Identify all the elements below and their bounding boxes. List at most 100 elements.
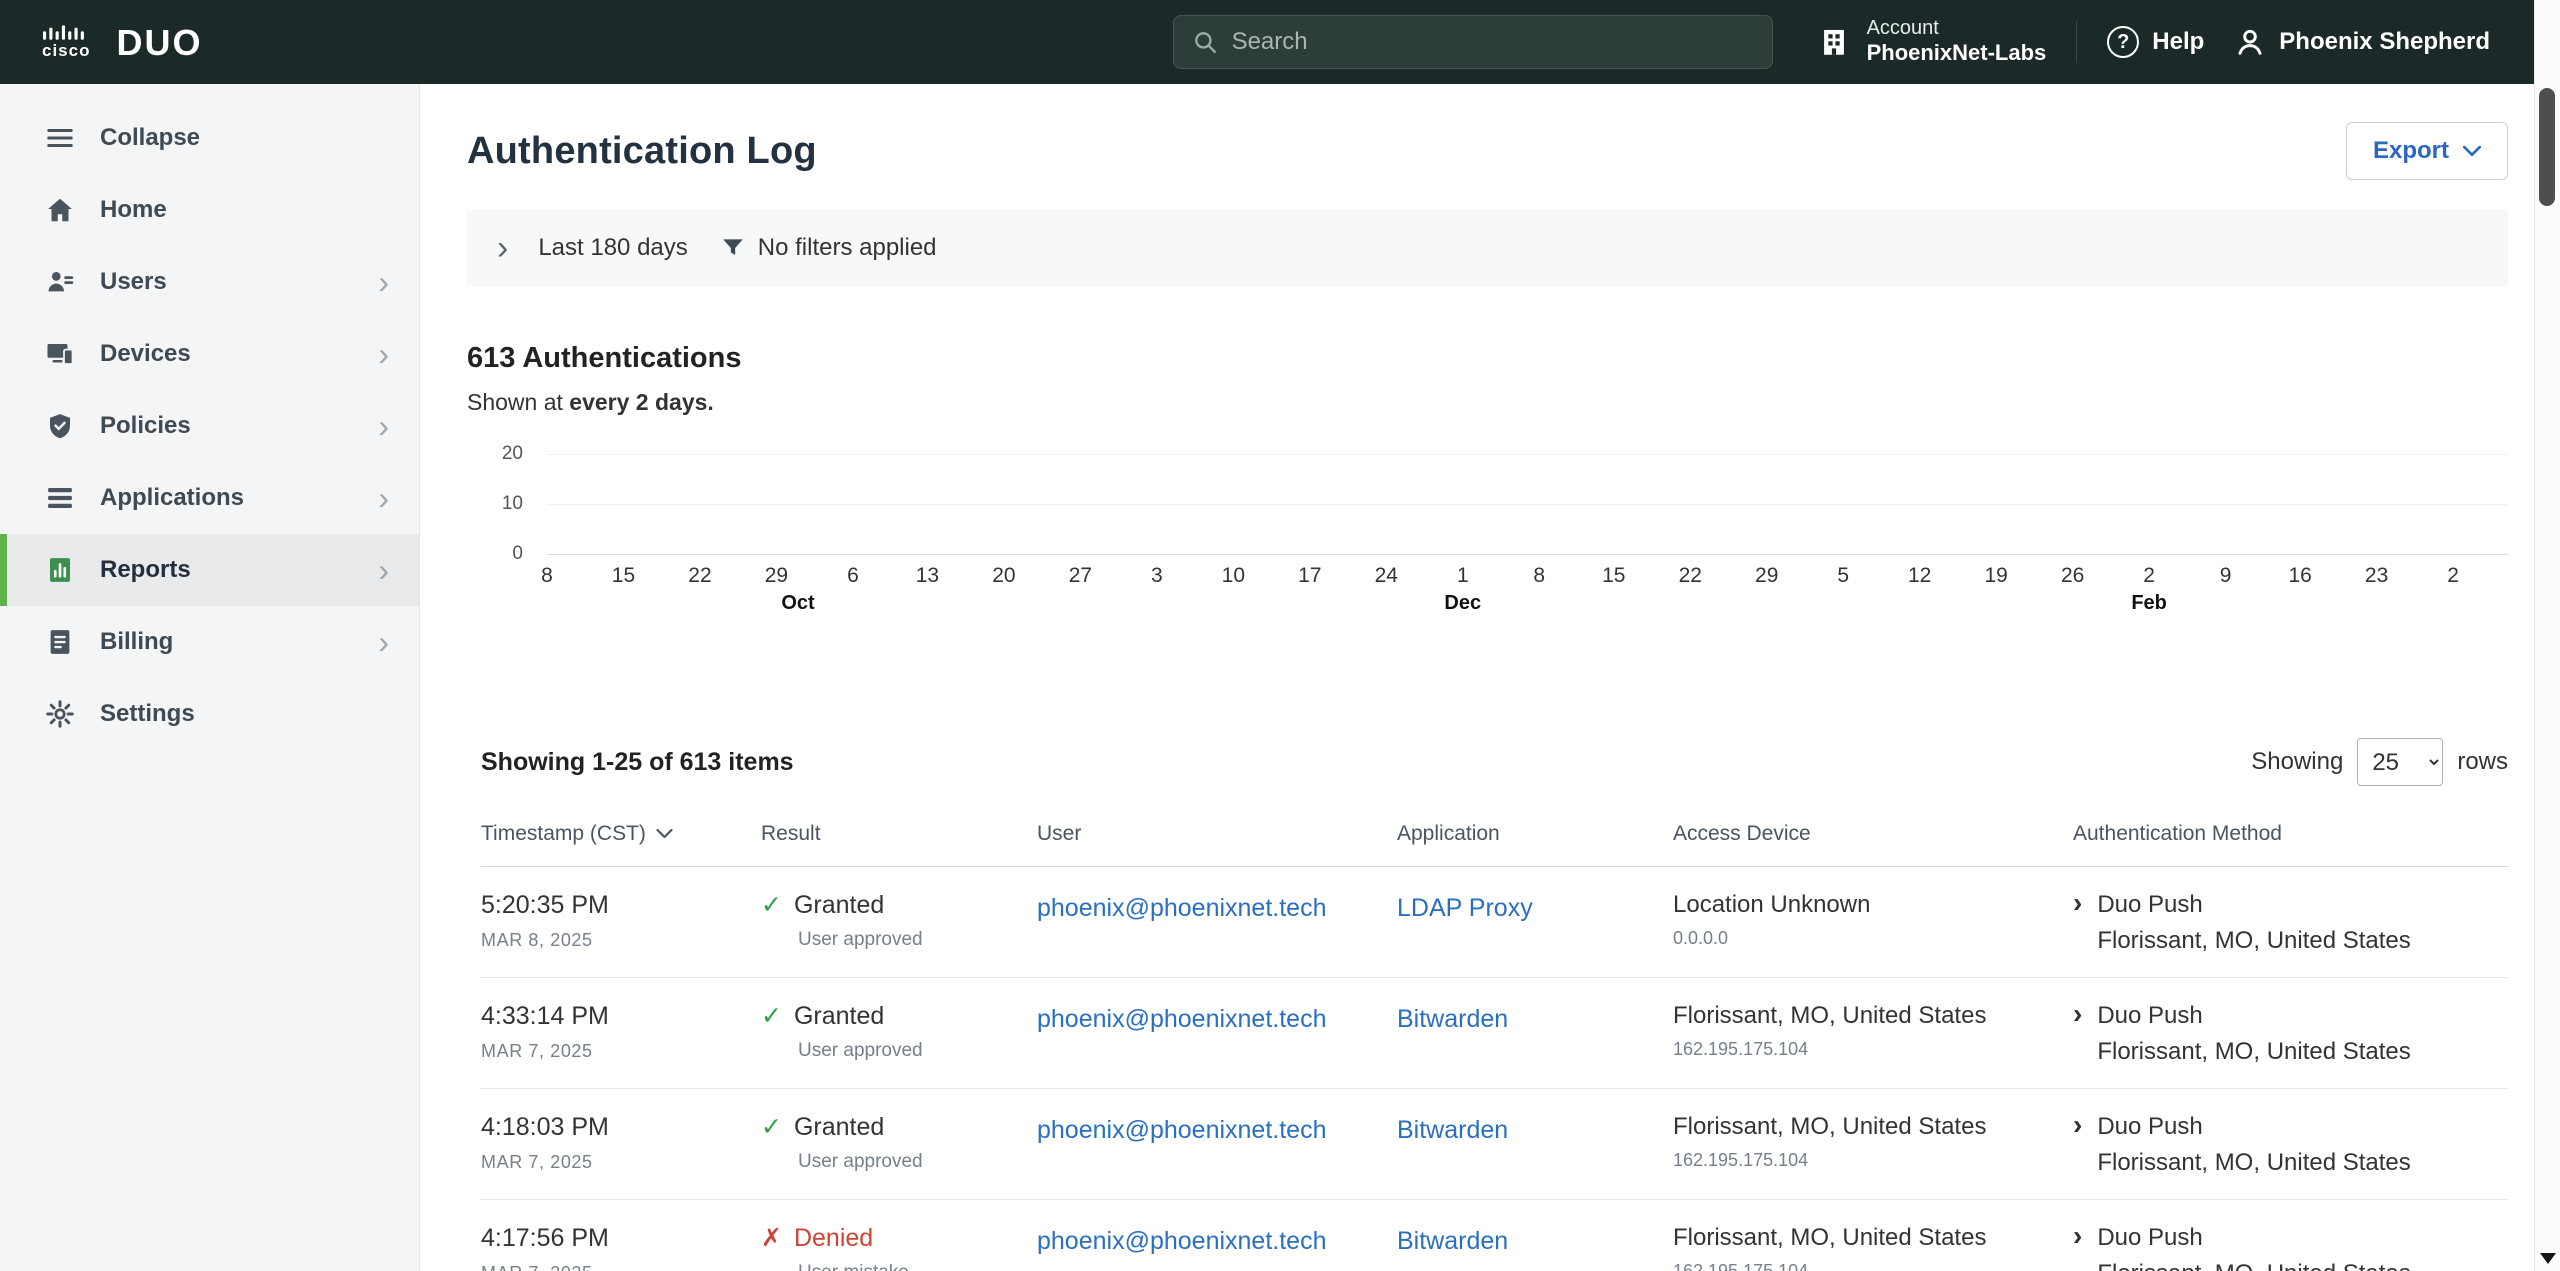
x-tick: 23 bbox=[2365, 564, 2388, 588]
filter-status-text: No filters applied bbox=[758, 234, 937, 262]
rows-prefix-label: Showing bbox=[2251, 748, 2343, 776]
x-tick: 6 bbox=[847, 564, 859, 588]
sidebar-item-label: Users bbox=[100, 268, 167, 296]
x-tick: 2 bbox=[2143, 564, 2155, 588]
sidebar-item-label: Settings bbox=[100, 700, 195, 728]
user-menu[interactable]: Phoenix Shepherd bbox=[2234, 26, 2490, 58]
access-ip: 162.195.175.104 bbox=[1673, 1150, 2073, 1171]
expand-row-chevron-icon[interactable]: › bbox=[2073, 889, 2082, 955]
auth-date: MAR 7, 2025 bbox=[481, 1152, 761, 1173]
col-timestamp[interactable]: Timestamp (CST) bbox=[481, 822, 761, 846]
col-user: User bbox=[1037, 822, 1397, 846]
sidebar-item-policies[interactable]: Policies › bbox=[0, 390, 419, 462]
sidebar-item-label: Devices bbox=[100, 340, 191, 368]
expand-row-chevron-icon[interactable]: › bbox=[2073, 1222, 2082, 1271]
sidebar-collapse-button[interactable]: Collapse bbox=[0, 102, 419, 174]
devices-icon bbox=[44, 338, 76, 370]
user-link[interactable]: phoenix@phoenixnet.tech bbox=[1037, 1005, 1326, 1034]
billing-icon bbox=[44, 626, 76, 658]
check-icon: ✓ bbox=[761, 893, 782, 918]
chart-title: 613 Authentications bbox=[467, 342, 2508, 375]
sidebar-item-applications[interactable]: Applications › bbox=[0, 462, 419, 534]
help-button[interactable]: ? Help bbox=[2107, 26, 2204, 58]
chevron-right-icon: › bbox=[378, 410, 389, 442]
sidebar-item-reports[interactable]: Reports › bbox=[0, 534, 419, 606]
main-content: Authentication Log Export › Last 180 day… bbox=[421, 84, 2534, 1271]
shield-icon bbox=[44, 410, 76, 442]
expand-row-chevron-icon[interactable]: › bbox=[2073, 1000, 2082, 1066]
cisco-logo: cisco bbox=[42, 25, 90, 59]
sidebar-item-settings[interactable]: Settings bbox=[0, 678, 419, 750]
result-detail: User approved bbox=[798, 929, 1037, 951]
result-cell: ✓ Granted User approved bbox=[761, 891, 1037, 955]
filter-funnel-icon bbox=[720, 235, 746, 261]
result-detail: User mistake bbox=[798, 1262, 1037, 1271]
application-link[interactable]: Bitwarden bbox=[1397, 1116, 1508, 1145]
user-name: Phoenix Shepherd bbox=[2279, 28, 2490, 56]
x-tick: 19 bbox=[1984, 564, 2007, 588]
x-tick: 20 bbox=[992, 564, 1015, 588]
auth-log-table: Timestamp (CST) Result User Application … bbox=[481, 810, 2508, 1271]
x-tick: 26 bbox=[2061, 564, 2084, 588]
auth-method-location: Florissant, MO, United States bbox=[2097, 1260, 2410, 1271]
scrollbar-thumb[interactable] bbox=[2539, 88, 2555, 206]
chevron-down-icon bbox=[2463, 146, 2481, 157]
table-row: 4:17:56 PM MAR 7, 2025 ✗ Denied User mis… bbox=[481, 1200, 2508, 1271]
table-header: Timestamp (CST) Result User Application … bbox=[481, 810, 2508, 867]
result-cell: ✓ Granted User approved bbox=[761, 1113, 1037, 1177]
account-menu[interactable]: Account PhoenixNet-Labs bbox=[1817, 18, 2047, 65]
user-link[interactable]: phoenix@phoenixnet.tech bbox=[1037, 1227, 1326, 1256]
sort-chevron-icon[interactable] bbox=[656, 829, 673, 839]
x-tick: 22 bbox=[1679, 564, 1702, 588]
export-button[interactable]: Export bbox=[2346, 122, 2508, 180]
month-tick: Dec bbox=[1444, 592, 1481, 615]
auth-date: MAR 7, 2025 bbox=[481, 1263, 761, 1271]
month-tick: Feb bbox=[2131, 592, 2167, 615]
sidebar-nav: Collapse Home Users › Devices › bbox=[0, 84, 420, 1271]
user-link[interactable]: phoenix@phoenixnet.tech bbox=[1037, 1116, 1326, 1145]
result-detail: User approved bbox=[798, 1151, 1037, 1173]
auth-method-location: Florissant, MO, United States bbox=[2097, 927, 2410, 955]
page-title: Authentication Log bbox=[467, 130, 817, 173]
chart-y-axis: 20 10 0 bbox=[467, 454, 523, 554]
filter-expand-chevron-icon[interactable]: › bbox=[497, 231, 508, 265]
search-icon bbox=[1192, 29, 1218, 55]
x-tick: 15 bbox=[612, 564, 635, 588]
x-tick: 5 bbox=[1837, 564, 1849, 588]
page-scrollbar[interactable] bbox=[2534, 0, 2560, 1271]
x-tick: 2 bbox=[2447, 564, 2459, 588]
x-tick: 9 bbox=[2220, 564, 2232, 588]
check-icon: ✓ bbox=[761, 1115, 782, 1140]
scroll-down-arrow-icon[interactable] bbox=[2540, 1253, 2556, 1264]
x-tick: 17 bbox=[1298, 564, 1321, 588]
x-tick: 13 bbox=[916, 564, 939, 588]
user-link[interactable]: phoenix@phoenixnet.tech bbox=[1037, 894, 1326, 923]
sidebar-item-label: Applications bbox=[100, 484, 244, 512]
sidebar-item-home[interactable]: Home bbox=[0, 174, 419, 246]
filter-date-range[interactable]: Last 180 days bbox=[538, 234, 687, 262]
help-icon: ? bbox=[2107, 26, 2139, 58]
x-tick: 16 bbox=[2288, 564, 2311, 588]
rows-per-page-select[interactable]: 25 bbox=[2357, 738, 2443, 786]
x-tick: 12 bbox=[1908, 564, 1931, 588]
global-search[interactable] bbox=[1173, 15, 1773, 69]
sidebar-item-devices[interactable]: Devices › bbox=[0, 318, 419, 390]
export-label: Export bbox=[2373, 137, 2449, 165]
expand-row-chevron-icon[interactable]: › bbox=[2073, 1111, 2082, 1177]
application-link[interactable]: Bitwarden bbox=[1397, 1005, 1508, 1034]
sidebar-item-users[interactable]: Users › bbox=[0, 246, 419, 318]
auth-time: 5:20:35 PM bbox=[481, 891, 761, 920]
filter-bar: › Last 180 days No filters applied bbox=[467, 210, 2508, 286]
col-application: Application bbox=[1397, 822, 1673, 846]
access-ip: 0.0.0.0 bbox=[1673, 928, 2073, 949]
result-detail: User approved bbox=[798, 1040, 1037, 1062]
search-input[interactable] bbox=[1232, 28, 1754, 56]
application-link[interactable]: LDAP Proxy bbox=[1397, 894, 1533, 923]
auth-chart: 20 10 0 81522296132027310172418152229512… bbox=[467, 454, 2508, 620]
x-tick: 24 bbox=[1375, 564, 1398, 588]
x-tick: 8 bbox=[1533, 564, 1545, 588]
result-label: Granted bbox=[794, 1113, 884, 1142]
auth-method: Duo Push bbox=[2097, 1002, 2410, 1030]
sidebar-item-billing[interactable]: Billing › bbox=[0, 606, 419, 678]
application-link[interactable]: Bitwarden bbox=[1397, 1227, 1508, 1256]
